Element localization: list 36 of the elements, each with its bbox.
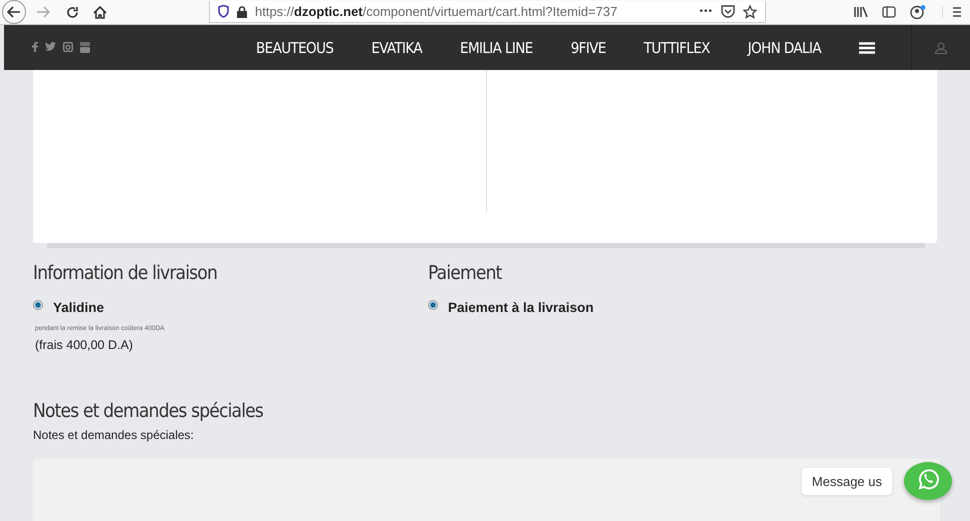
twitter-icon[interactable] xyxy=(45,42,56,53)
menu-icon[interactable] xyxy=(942,6,961,18)
user-icon[interactable] xyxy=(935,42,947,54)
shield-icon xyxy=(218,5,229,18)
field-label: Notes et demandes spéciales: xyxy=(33,428,195,442)
reload-button[interactable] xyxy=(66,6,79,18)
nav-link[interactable]: JOHN DALIA xyxy=(748,38,821,56)
instagram-icon[interactable] xyxy=(63,42,73,53)
option-label: Yalidine xyxy=(53,300,104,315)
address-bar[interactable]: https://dzoptic.net/component/virtuemart/cart.html?Itemid=737 ••• xyxy=(209,1,766,23)
page-actions-button[interactable]: ••• xyxy=(699,6,713,17)
youtube-icon[interactable] xyxy=(80,42,90,53)
nav-link[interactable]: BEAUTEOUS xyxy=(256,38,334,56)
home-button[interactable] xyxy=(93,6,107,18)
lock-icon xyxy=(237,6,247,18)
section-title: Paiement xyxy=(428,262,503,284)
back-button[interactable] xyxy=(2,0,26,24)
sidebar-icon[interactable] xyxy=(882,6,896,18)
section-title: Notes et demandes spéciales xyxy=(33,400,264,422)
library-icon[interactable] xyxy=(854,6,868,18)
nav-link[interactable]: EMILIA LINE xyxy=(460,38,533,56)
section-title: Information de livraison xyxy=(33,262,218,284)
star-icon[interactable] xyxy=(743,4,757,18)
chat-tooltip: Message us xyxy=(802,468,892,494)
shipping-fee: (frais 400,00 D.A) xyxy=(35,338,134,352)
facebook-icon[interactable] xyxy=(32,42,38,53)
option-label: Paiement à la livraison xyxy=(448,300,594,315)
radio-button[interactable] xyxy=(428,300,438,310)
nav-link[interactable]: EVATIKA xyxy=(371,38,422,56)
account-icon[interactable] xyxy=(910,5,926,19)
radio-button[interactable] xyxy=(33,300,43,310)
pocket-icon[interactable] xyxy=(721,5,735,18)
nav-link[interactable]: 9FIVE xyxy=(570,38,606,56)
url-text: https://dzoptic.net/component/virtuemart/cart.html?Itemid=737 xyxy=(255,4,618,19)
back-arrow-icon xyxy=(7,6,21,18)
nav-link[interactable]: TUTTIFLEX xyxy=(644,38,710,56)
